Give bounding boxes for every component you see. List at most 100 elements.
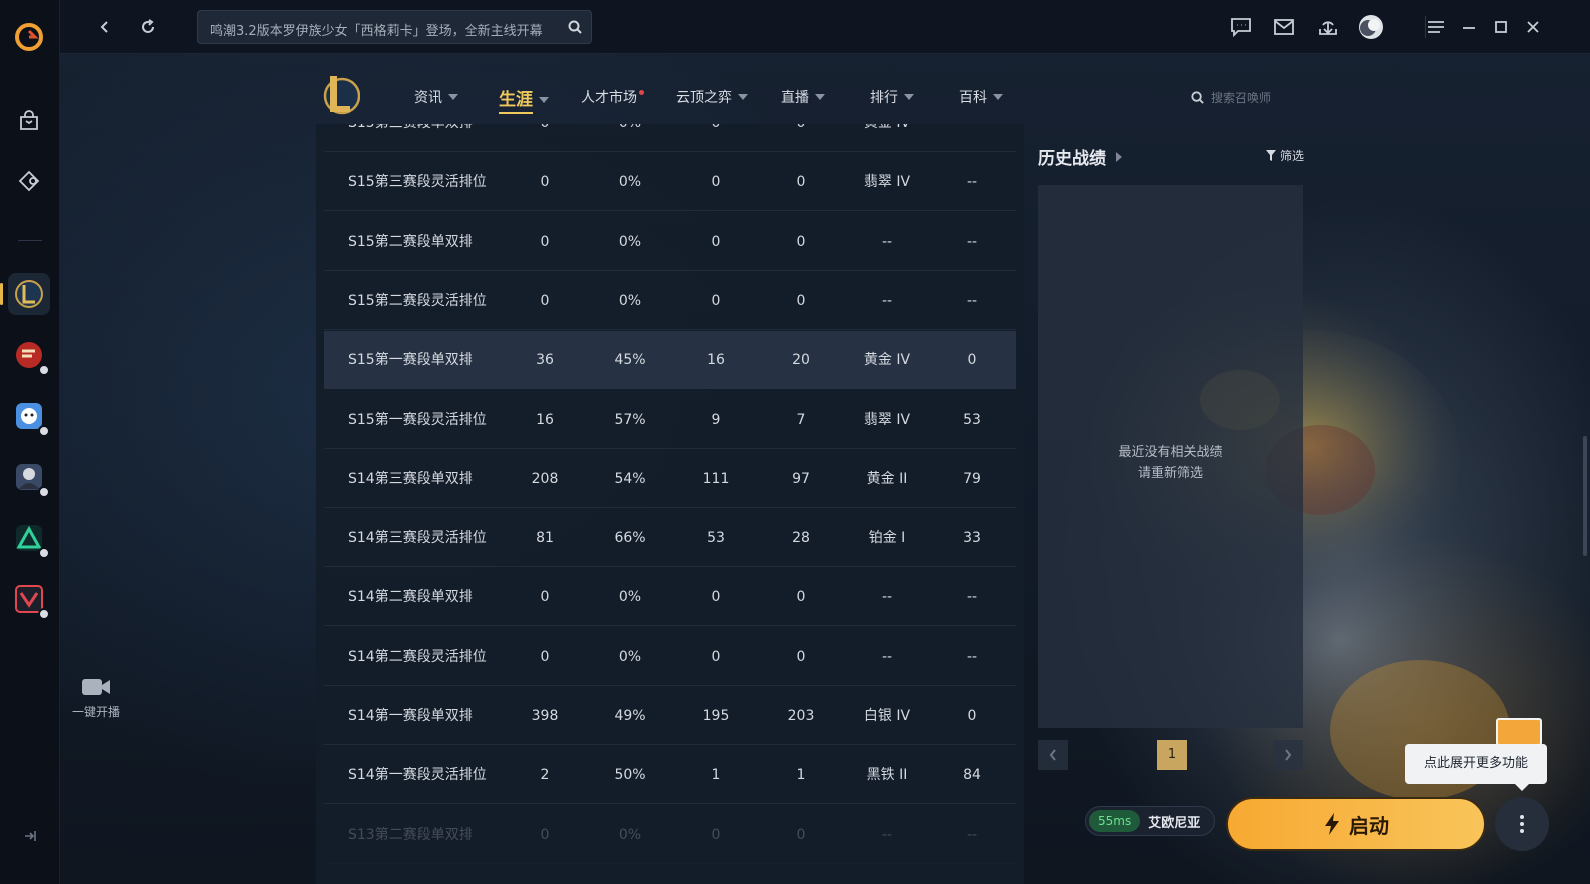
- cell-games: 208: [531, 470, 559, 487]
- nav-tab-talent-market[interactable]: 人才市场: [581, 87, 644, 107]
- page-number-button[interactable]: 1: [1157, 740, 1187, 770]
- history-title[interactable]: 历史战绩: [1038, 144, 1122, 169]
- table-row[interactable]: S14第一赛段灵活排位 2 50% 1 1 黑铁 II 84: [324, 746, 1016, 805]
- table-row[interactable]: S14第二赛段灵活排位 0 0% 0 0 -- --: [324, 628, 1016, 686]
- download-manager-icon[interactable]: [1315, 14, 1341, 40]
- cell-rank-tier: --: [881, 648, 893, 665]
- table-row[interactable]: S14第二赛段单双排 0 0% 0 0 -- --: [324, 568, 1016, 627]
- table-row[interactable]: S13第二赛段单双排 0 0% 0 0 -- --: [324, 806, 1016, 864]
- cell-losses: 0: [796, 292, 806, 309]
- cell-league-points: [937, 124, 1007, 152]
- maximize-icon[interactable]: [1488, 14, 1514, 40]
- rail-divider: [18, 240, 42, 241]
- cell-losses: 0: [796, 233, 806, 250]
- server-selector[interactable]: 55ms 艾欧尼亚: [1085, 806, 1215, 836]
- cell-win-rate: 45%: [614, 352, 646, 369]
- cell-league-points: --: [966, 826, 978, 843]
- cell-win-rate: 0%: [595, 124, 665, 152]
- cell-wins: 9: [711, 411, 721, 428]
- cell-league-points: 0: [967, 708, 977, 724]
- chevron-down-icon: [815, 94, 825, 100]
- download-badge-icon: [38, 608, 50, 620]
- cell-season-name: S15第三赛段单双排: [348, 124, 518, 152]
- game-center-icon[interactable]: [8, 160, 50, 202]
- search-icon[interactable]: [567, 19, 583, 35]
- cell-wins: 0: [711, 174, 721, 191]
- cell-season-name: S15第二赛段单双排: [348, 233, 473, 250]
- table-row[interactable]: S15第一赛段单双排 36 45% 16 20 黄金 IV 0: [324, 331, 1016, 390]
- cell-wins: 0: [711, 589, 721, 606]
- nav-tab-career[interactable]: 生涯: [499, 85, 549, 114]
- anime-game-icon[interactable]: [8, 456, 50, 498]
- cell-losses: 97: [792, 470, 810, 487]
- lol-logo-icon[interactable]: [320, 72, 360, 116]
- table-row[interactable]: S15第三赛段单双排00%00黄金 IV: [324, 124, 1016, 152]
- cell-league-points: --: [966, 648, 978, 665]
- collapse-sidebar-icon[interactable]: [18, 824, 42, 848]
- live-stream-label: 一键开播: [71, 705, 120, 719]
- minimize-icon[interactable]: [1456, 14, 1482, 40]
- valorant-game-icon[interactable]: [8, 578, 50, 620]
- store-bag-icon[interactable]: [8, 100, 50, 142]
- mail-icon[interactable]: [1271, 14, 1297, 40]
- live-stream-button[interactable]: 一键开播: [66, 676, 126, 720]
- download-badge-icon: [38, 486, 50, 498]
- cell-season-name: S15第二赛段灵活排位: [348, 292, 487, 309]
- chat-icon[interactable]: [1228, 14, 1254, 40]
- cell-rank-tier: --: [881, 233, 893, 250]
- filter-button[interactable]: 筛选: [1266, 147, 1304, 164]
- cell-season-name: S14第二赛段灵活排位: [348, 648, 487, 665]
- table-row[interactable]: S15第一赛段灵活排位 16 57% 9 7 翡翠 IV 53: [324, 391, 1016, 449]
- cell-rank-tier: 铂金 I: [868, 530, 906, 547]
- cell-games: 36: [536, 352, 554, 369]
- table-row[interactable]: S15第二赛段单双排 0 0% 0 0 -- --: [324, 213, 1016, 271]
- menu-icon[interactable]: [1423, 14, 1449, 40]
- cell-rank-tier: 黄金 II: [866, 470, 908, 487]
- history-empty-message: 最近没有相关战绩 请重新筛选: [1118, 445, 1223, 481]
- table-row[interactable]: S15第二赛段灵活排位 0 0% 0 0 -- --: [324, 272, 1016, 330]
- nav-tab-news[interactable]: 资讯: [414, 87, 458, 107]
- cell-season-name: S15第一赛段灵活排位: [348, 411, 487, 428]
- chevron-down-icon: [904, 94, 914, 100]
- cell-league-points: 0: [967, 352, 977, 369]
- chevron-down-icon: [539, 96, 549, 103]
- cell-season-name: S14第一赛段单双排: [348, 708, 473, 724]
- launch-button[interactable]: 启动: [1226, 797, 1486, 851]
- cell-win-rate: 0%: [618, 292, 642, 309]
- cell-games: 2: [540, 767, 550, 784]
- summoner-search-input[interactable]: 搜索召唤师: [1190, 89, 1271, 106]
- nav-tab-wiki[interactable]: 百科: [959, 87, 1003, 107]
- party-game-icon[interactable]: [8, 395, 50, 437]
- cell-losses: 0: [796, 826, 806, 843]
- window-scrollbar[interactable]: [1583, 436, 1587, 556]
- next-page-button[interactable]: [1273, 740, 1303, 770]
- cell-losses: 203: [787, 708, 815, 724]
- nav-tab-live[interactable]: 直播: [781, 87, 825, 107]
- cell-rank-tier: --: [881, 589, 893, 606]
- refresh-icon[interactable]: [135, 14, 161, 40]
- lol-game-icon[interactable]: [0, 273, 50, 315]
- back-icon[interactable]: [92, 14, 118, 40]
- cell-games: 0: [540, 648, 550, 665]
- cf-game-icon[interactable]: [8, 334, 50, 376]
- table-row[interactable]: S15第三赛段灵活排位 0 0% 0 0 翡翠 IV --: [324, 153, 1016, 212]
- cell-losses: 20: [792, 352, 810, 369]
- nav-tab-tft[interactable]: 云顶之弈: [676, 87, 748, 107]
- cell-league-points: --: [966, 174, 978, 191]
- more-options-button[interactable]: [1495, 797, 1549, 851]
- close-icon[interactable]: [1520, 14, 1546, 40]
- cell-wins: 111: [702, 470, 730, 487]
- global-search-input[interactable]: 鸣潮3.2版本罗伊族少女「西格莉卡」登场，全新主线开幕: [197, 10, 592, 44]
- table-row[interactable]: S14第三赛段灵活排位 81 66% 53 28 铂金 I 33: [324, 509, 1016, 568]
- triangle-game-icon[interactable]: [8, 517, 50, 559]
- cell-wins: 1: [711, 767, 721, 784]
- user-avatar[interactable]: [1358, 14, 1384, 40]
- cell-wins: 0: [711, 648, 721, 665]
- season-stats-table: S15第三赛段单双排00%00黄金 IVS15第三赛段灵活排位00%00翡翠 I…: [316, 124, 1024, 884]
- prev-page-button[interactable]: [1038, 740, 1068, 770]
- table-row[interactable]: S14第一赛段单双排 398 49% 195 203 白银 IV 0: [324, 687, 1016, 745]
- nav-tab-ranking[interactable]: 排行: [870, 87, 914, 107]
- table-row[interactable]: S14第三赛段单双排 208 54% 111 97 黄金 II 79: [324, 450, 1016, 508]
- app-logo-icon[interactable]: [8, 16, 50, 58]
- cell-losses: 28: [792, 530, 810, 547]
